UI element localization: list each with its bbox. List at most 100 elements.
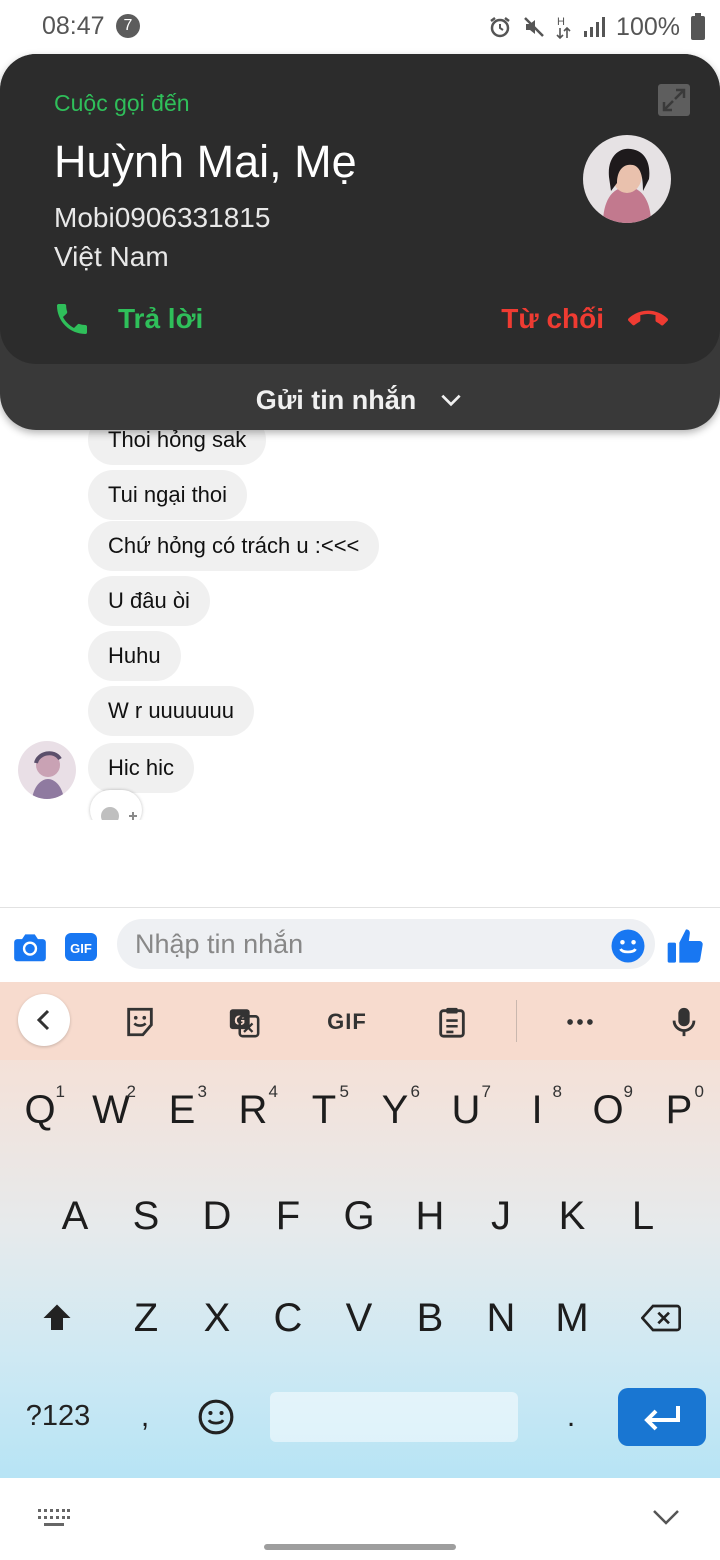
keyboard-switch-icon[interactable] xyxy=(36,1506,72,1530)
key-f[interactable]: F xyxy=(255,1176,321,1256)
enter-icon xyxy=(644,1406,680,1431)
message-bubble[interactable]: Huhu xyxy=(88,631,181,681)
backspace-key[interactable] xyxy=(628,1278,694,1358)
key-label: L xyxy=(631,1193,655,1238)
translate-button[interactable]: G xyxy=(224,1002,264,1042)
key-label: I xyxy=(531,1087,543,1132)
key-label: Q xyxy=(24,1087,56,1132)
clipboard-button[interactable] xyxy=(432,1002,472,1042)
shift-key[interactable] xyxy=(24,1278,90,1358)
key-label: O xyxy=(592,1087,624,1132)
send-message-button[interactable]: Gửi tin nhắn xyxy=(0,370,720,430)
incoming-call-card[interactable]: Cuộc gọi đến Huỳnh Mai, Mẹ Mobi090633181… xyxy=(0,54,720,430)
key-i[interactable]: 8I xyxy=(504,1070,570,1150)
message-bubble[interactable]: U đâu òi xyxy=(88,576,210,626)
more-dots-icon xyxy=(567,1019,593,1025)
key-label: , xyxy=(140,1400,150,1433)
key-number-hint: 1 xyxy=(55,1082,65,1101)
reaction-button[interactable] xyxy=(90,790,142,820)
key-number-hint: 9 xyxy=(623,1082,633,1101)
decline-call-button[interactable]: Từ chối xyxy=(501,294,668,344)
shift-icon xyxy=(43,1304,71,1330)
toolbar-collapse-button[interactable] xyxy=(18,994,70,1046)
answer-label: Trả lời xyxy=(118,303,204,334)
key-label: H xyxy=(415,1193,445,1238)
key-p[interactable]: 0P xyxy=(646,1070,712,1150)
microphone-icon xyxy=(672,1007,696,1037)
key-v[interactable]: V xyxy=(326,1278,392,1358)
on-screen-keyboard: G GIF 1Q 2W 3E 4R 5T 6Y 7U 8I 9O 0P A S … xyxy=(0,982,720,1478)
key-g[interactable]: G xyxy=(326,1176,392,1256)
thumbs-up-icon[interactable] xyxy=(666,926,706,966)
period-key[interactable]: . xyxy=(538,1377,604,1457)
phone-icon xyxy=(57,304,87,334)
key-u[interactable]: 7U xyxy=(433,1070,499,1150)
key-label: P xyxy=(665,1087,693,1132)
key-number-hint: 6 xyxy=(410,1082,420,1101)
emoji-key[interactable] xyxy=(183,1377,249,1457)
gif-keyboard-label: GIF xyxy=(327,1009,367,1034)
key-t[interactable]: 5T xyxy=(291,1070,357,1150)
key-k[interactable]: K xyxy=(539,1176,605,1256)
send-message-label: Gửi tin nhắn xyxy=(255,384,417,415)
key-label: F xyxy=(275,1193,301,1238)
key-l[interactable]: L xyxy=(610,1176,676,1256)
key-x[interactable]: X xyxy=(184,1278,250,1358)
key-label: Y xyxy=(381,1087,409,1132)
battery-icon xyxy=(691,13,705,40)
hang-up-icon xyxy=(628,310,668,326)
key-j[interactable]: J xyxy=(468,1176,534,1256)
space-key[interactable] xyxy=(270,1392,518,1442)
notification-count-badge: 7 xyxy=(116,14,140,38)
voice-input-button[interactable] xyxy=(664,1002,704,1042)
message-bubble[interactable]: Hic hic xyxy=(88,743,195,793)
comma-key[interactable]: , xyxy=(112,1377,178,1457)
key-m[interactable]: M xyxy=(539,1278,605,1358)
key-z[interactable]: Z xyxy=(113,1278,179,1358)
key-label: W xyxy=(92,1087,130,1132)
gif-icon[interactable]: GIF xyxy=(64,930,98,964)
key-b[interactable]: B xyxy=(397,1278,463,1358)
key-label: G xyxy=(343,1193,375,1238)
key-q[interactable]: 1Q xyxy=(7,1070,73,1150)
gif-keyboard-button[interactable]: GIF xyxy=(322,1002,372,1042)
key-y[interactable]: 6Y xyxy=(362,1070,428,1150)
caller-name: Huỳnh Mai, Mẹ xyxy=(54,136,357,187)
key-label: K xyxy=(558,1193,586,1238)
message-input[interactable]: Nhập tin nhắn xyxy=(117,919,655,969)
key-w[interactable]: 2W xyxy=(78,1070,144,1150)
key-label: X xyxy=(203,1295,231,1340)
key-c[interactable]: C xyxy=(255,1278,321,1358)
sender-avatar[interactable] xyxy=(18,741,76,799)
key-o[interactable]: 9O xyxy=(575,1070,641,1150)
answer-call-button[interactable]: Trả lời xyxy=(52,294,203,344)
sticker-icon xyxy=(127,1007,153,1037)
message-bubble[interactable]: W r uuuuuuu xyxy=(88,686,254,736)
svg-text:H: H xyxy=(557,16,565,28)
hide-keyboard-chevron-icon[interactable] xyxy=(650,1504,682,1528)
key-s[interactable]: S xyxy=(113,1176,179,1256)
expand-call-button[interactable] xyxy=(658,84,690,116)
sticker-button[interactable] xyxy=(120,1002,160,1042)
message-bubble[interactable]: Chứ hỏng có trách u :<<< xyxy=(88,521,380,571)
key-h[interactable]: H xyxy=(397,1176,463,1256)
key-r[interactable]: 4R xyxy=(220,1070,286,1150)
signal-icon xyxy=(584,17,606,37)
key-a[interactable]: A xyxy=(42,1176,108,1256)
message-bubble[interactable]: Tui ngại thoi xyxy=(88,470,248,520)
key-number-hint: 2 xyxy=(126,1082,136,1101)
emoji-icon[interactable] xyxy=(610,928,646,964)
camera-icon[interactable] xyxy=(11,928,49,966)
home-gesture-bar[interactable] xyxy=(264,1544,456,1550)
message-composer: GIF Nhập tin nhắn xyxy=(0,908,720,982)
chat-messages[interactable]: Thoi hỏng sak Tui ngại thoi Chứ hỏng có … xyxy=(0,380,720,820)
caller-country: Việt Nam xyxy=(54,241,169,272)
key-e[interactable]: 3E xyxy=(149,1070,215,1150)
key-number-hint: 5 xyxy=(339,1082,349,1101)
more-options-button[interactable] xyxy=(560,1002,600,1042)
symbols-key[interactable]: ?123 xyxy=(16,1386,100,1446)
key-d[interactable]: D xyxy=(184,1176,250,1256)
incoming-call-label: Cuộc gọi đến xyxy=(54,90,190,116)
key-n[interactable]: N xyxy=(468,1278,534,1358)
enter-key[interactable] xyxy=(618,1388,706,1446)
